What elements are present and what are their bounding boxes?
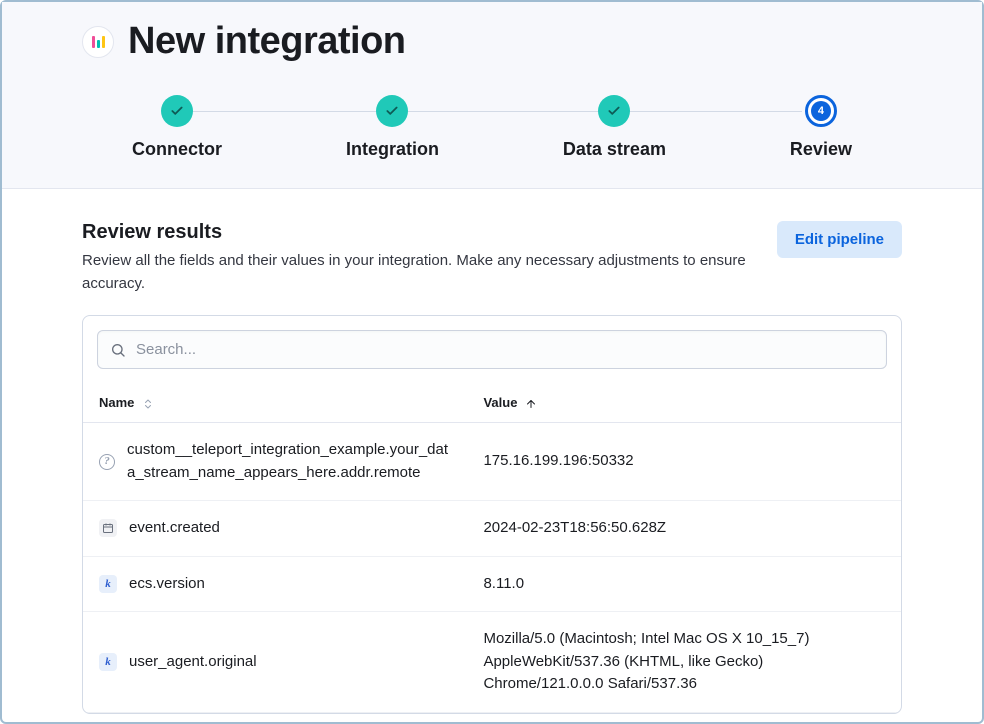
field-name: event.created <box>129 517 220 540</box>
step-label: Review <box>790 139 852 160</box>
main-content: Review results Review all the fields and… <box>2 189 982 714</box>
stepper: Connector Integration Data stream 4 Revi… <box>2 63 982 160</box>
active-step-icon: 4 <box>805 95 837 127</box>
step-label: Integration <box>346 139 439 160</box>
field-value: 175.16.199.196:50332 <box>467 423 901 501</box>
keyword-field-icon: k <box>99 575 117 593</box>
field-name: ecs.version <box>129 573 205 596</box>
step-connector[interactable]: Connector <box>132 95 222 160</box>
column-header-value-label: Value <box>483 395 517 410</box>
header-region: New integration Connector Integration Da… <box>2 2 982 189</box>
field-value: 2024-02-23T18:56:50.628Z <box>467 501 901 557</box>
search-icon <box>110 342 126 358</box>
step-label: Connector <box>132 139 222 160</box>
unknown-field-icon: ? <box>99 454 115 470</box>
search-input[interactable] <box>136 341 874 358</box>
date-field-icon <box>99 519 117 537</box>
table-row[interactable]: k ecs.version 8.11.0 <box>83 556 901 612</box>
edit-pipeline-button[interactable]: Edit pipeline <box>777 221 902 258</box>
table-row[interactable]: ? custom__teleport_integration_example.y… <box>83 423 901 501</box>
check-icon <box>161 95 193 127</box>
column-header-name-label: Name <box>99 395 134 410</box>
integration-logo-icon <box>82 26 114 58</box>
field-value: Mozilla/5.0 (Macintosh; Intel Mac OS X 1… <box>467 612 901 713</box>
check-icon <box>376 95 408 127</box>
step-data-stream[interactable]: Data stream <box>563 95 666 160</box>
search-wrap <box>83 316 901 383</box>
table-row[interactable]: event.created 2024-02-23T18:56:50.628Z <box>83 501 901 557</box>
column-header-name[interactable]: Name <box>83 383 467 423</box>
check-icon <box>598 95 630 127</box>
keyword-field-icon: k <box>99 653 117 671</box>
step-label: Data stream <box>563 139 666 160</box>
search-box[interactable] <box>97 330 887 369</box>
sort-both-icon <box>142 398 154 410</box>
results-panel: Name Value <box>82 315 902 714</box>
stepper-line <box>182 111 802 112</box>
page-title: New integration <box>128 20 406 63</box>
section-description: Review all the fields and their values i… <box>82 250 753 295</box>
section-title: Review results <box>82 221 753 244</box>
field-name: custom__teleport_integration_example.you… <box>127 439 451 484</box>
section-head: Review results Review all the fields and… <box>82 221 902 295</box>
results-table: Name Value <box>83 383 901 713</box>
table-row[interactable]: k user_agent.original Mozilla/5.0 (Macin… <box>83 612 901 713</box>
field-value: 8.11.0 <box>467 556 901 612</box>
sort-asc-icon <box>525 398 537 410</box>
title-row: New integration <box>2 20 982 63</box>
step-review[interactable]: 4 Review <box>790 95 852 160</box>
field-name: user_agent.original <box>129 651 257 674</box>
step-integration[interactable]: Integration <box>346 95 439 160</box>
column-header-value[interactable]: Value <box>467 383 901 423</box>
